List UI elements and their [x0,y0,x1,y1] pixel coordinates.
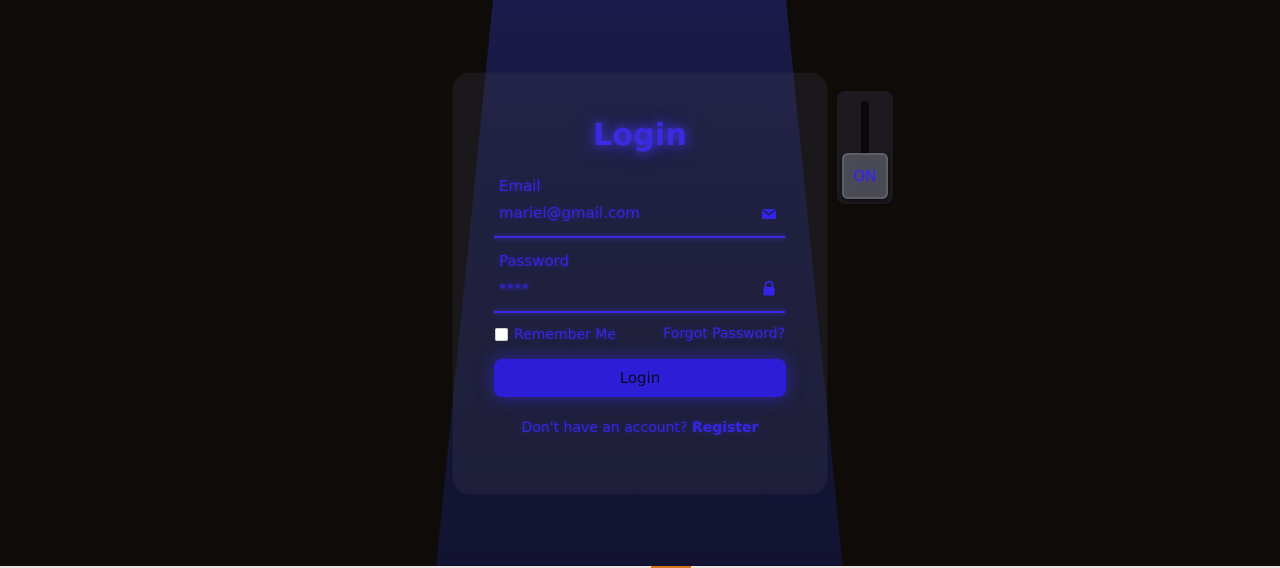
remember-me-label: Remember Me [514,327,616,343]
email-underline [494,236,785,238]
register-link[interactable]: Register [692,420,759,436]
page: Login Email Password Remember Me Forgot … [0,0,1280,568]
register-line: Don't have an account? Register [0,420,1280,436]
password-label: Password [499,252,570,270]
email-label: Email [499,177,541,195]
login-title: Login [593,118,687,153]
lamp-switch-toggle[interactable]: ON [842,153,888,199]
password-underline [494,311,785,313]
remember-me[interactable]: Remember Me [494,326,616,344]
login-button[interactable]: Login [494,359,786,397]
lock-icon [763,280,775,296]
lamp-switch-track [861,101,869,161]
password-field[interactable] [499,280,749,298]
forgot-password-link[interactable]: Forgot Password? [663,326,785,342]
remember-me-checkbox[interactable] [495,327,508,341]
email-field[interactable] [499,204,749,222]
register-prompt: Don't have an account? [521,420,688,436]
envelope-icon [762,209,776,219]
